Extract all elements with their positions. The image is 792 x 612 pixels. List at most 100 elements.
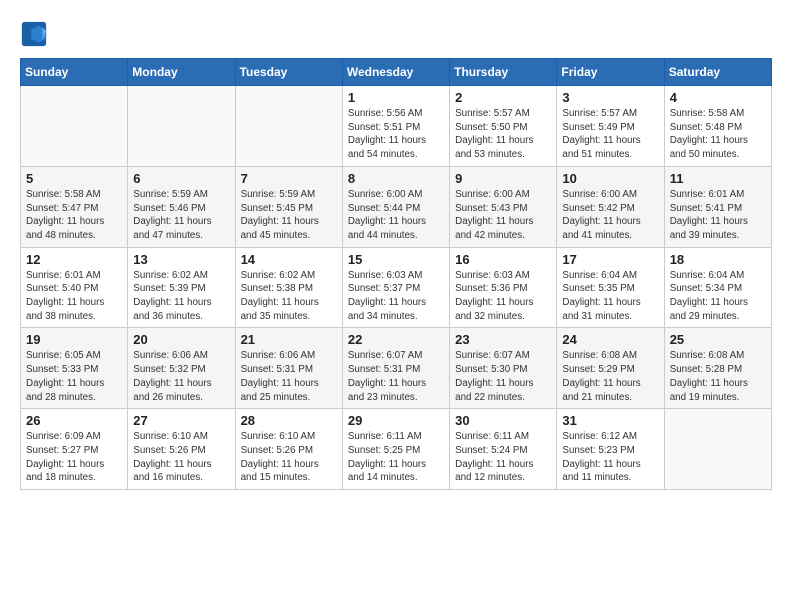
day-number: 5 [26, 171, 122, 186]
day-header-wednesday: Wednesday [342, 59, 449, 86]
day-number: 9 [455, 171, 551, 186]
day-number: 18 [670, 252, 766, 267]
calendar-cell: 1Sunrise: 5:56 AMSunset: 5:51 PMDaylight… [342, 86, 449, 167]
day-number: 10 [562, 171, 658, 186]
calendar-cell: 18 Sunrise: 6:04 AMSunset: 5:34 PMDayligh… [664, 247, 771, 328]
calendar-cell: 14 Sunrise: 6:02 AMSunset: 5:38 PMDayligh… [235, 247, 342, 328]
day-number: 19 [26, 332, 122, 347]
day-number: 3 [562, 90, 658, 105]
day-number: 23 [455, 332, 551, 347]
day-number: 15 [348, 252, 444, 267]
calendar-cell: 22 Sunrise: 6:07 AMSunset: 5:31 PMDayligh… [342, 328, 449, 409]
day-info: Sunrise: 6:04 AMSunset: 5:35 PMDaylight:… [562, 269, 658, 324]
day-info: Sunrise: 6:04 AMSunset: 5:34 PMDaylight:… [670, 269, 766, 324]
page-header [20, 20, 772, 48]
day-number: 12 [26, 252, 122, 267]
logo [20, 20, 54, 48]
calendar-cell: 7 Sunrise: 5:59 AMSunset: 5:45 PMDaylight… [235, 166, 342, 247]
calendar-cell: 3 Sunrise: 5:57 AMSunset: 5:49 PMDaylight… [557, 86, 664, 167]
day-number: 7 [241, 171, 337, 186]
day-info: Sunrise: 5:57 AMSunset: 5:49 PMDaylight:… [562, 107, 658, 162]
calendar-cell: 30 Sunrise: 6:11 AMSunset: 5:24 PMDayligh… [450, 409, 557, 490]
day-number: 25 [670, 332, 766, 347]
day-number: 17 [562, 252, 658, 267]
day-number: 29 [348, 413, 444, 428]
calendar-cell [128, 86, 235, 167]
day-info: Sunrise: 6:08 AMSunset: 5:29 PMDaylight:… [562, 349, 658, 404]
day-number: 21 [241, 332, 337, 347]
day-number: 24 [562, 332, 658, 347]
day-info: Sunrise: 6:03 AMSunset: 5:36 PMDaylight:… [455, 269, 551, 324]
calendar-cell: 25 Sunrise: 6:08 AMSunset: 5:28 PMDayligh… [664, 328, 771, 409]
week-row-5: 26Sunrise: 6:09 AMSunset: 5:27 PMDayligh… [21, 409, 772, 490]
logo-icon [20, 20, 48, 48]
calendar-cell: 31 Sunrise: 6:12 AMSunset: 5:23 PMDayligh… [557, 409, 664, 490]
day-header-friday: Friday [557, 59, 664, 86]
calendar-cell: 9 Sunrise: 6:00 AMSunset: 5:43 PMDaylight… [450, 166, 557, 247]
day-number: 16 [455, 252, 551, 267]
calendar-cell: 21 Sunrise: 6:06 AMSunset: 5:31 PMDayligh… [235, 328, 342, 409]
day-info: Sunrise: 5:58 AMSunset: 5:47 PMDaylight:… [26, 188, 122, 243]
day-info: Sunrise: 6:06 AMSunset: 5:32 PMDaylight:… [133, 349, 229, 404]
day-number: 26 [26, 413, 122, 428]
day-number: 22 [348, 332, 444, 347]
day-header-sunday: Sunday [21, 59, 128, 86]
calendar-cell: 29 Sunrise: 6:11 AMSunset: 5:25 PMDayligh… [342, 409, 449, 490]
calendar-cell [235, 86, 342, 167]
day-info: Sunrise: 5:56 AMSunset: 5:51 PMDaylight:… [348, 107, 444, 162]
day-info: Sunrise: 6:00 AMSunset: 5:42 PMDaylight:… [562, 188, 658, 243]
day-info: Sunrise: 6:03 AMSunset: 5:37 PMDaylight:… [348, 269, 444, 324]
day-number: 28 [241, 413, 337, 428]
calendar-cell [664, 409, 771, 490]
day-info: Sunrise: 6:02 AMSunset: 5:39 PMDaylight:… [133, 269, 229, 324]
calendar-cell: 26Sunrise: 6:09 AMSunset: 5:27 PMDayligh… [21, 409, 128, 490]
day-header-row: SundayMondayTuesdayWednesdayThursdayFrid… [21, 59, 772, 86]
calendar-cell: 11 Sunrise: 6:01 AMSunset: 5:41 PMDayligh… [664, 166, 771, 247]
day-info: Sunrise: 6:10 AMSunset: 5:26 PMDaylight:… [133, 430, 229, 485]
week-row-2: 5 Sunrise: 5:58 AMSunset: 5:47 PMDaylight… [21, 166, 772, 247]
calendar-cell: 28Sunrise: 6:10 AMSunset: 5:26 PMDayligh… [235, 409, 342, 490]
day-number: 11 [670, 171, 766, 186]
day-header-monday: Monday [128, 59, 235, 86]
calendar-cell: 8Sunrise: 6:00 AMSunset: 5:44 PMDaylight… [342, 166, 449, 247]
day-info: Sunrise: 6:02 AMSunset: 5:38 PMDaylight:… [241, 269, 337, 324]
calendar-cell: 27Sunrise: 6:10 AMSunset: 5:26 PMDayligh… [128, 409, 235, 490]
day-info: Sunrise: 6:08 AMSunset: 5:28 PMDaylight:… [670, 349, 766, 404]
day-number: 30 [455, 413, 551, 428]
day-info: Sunrise: 6:01 AMSunset: 5:41 PMDaylight:… [670, 188, 766, 243]
day-header-saturday: Saturday [664, 59, 771, 86]
day-info: Sunrise: 6:11 AMSunset: 5:25 PMDaylight:… [348, 430, 444, 485]
week-row-3: 12 Sunrise: 6:01 AMSunset: 5:40 PMDayligh… [21, 247, 772, 328]
day-info: Sunrise: 5:57 AMSunset: 5:50 PMDaylight:… [455, 107, 551, 162]
calendar-cell: 17 Sunrise: 6:04 AMSunset: 5:35 PMDayligh… [557, 247, 664, 328]
day-number: 13 [133, 252, 229, 267]
calendar-cell: 15 Sunrise: 6:03 AMSunset: 5:37 PMDayligh… [342, 247, 449, 328]
day-info: Sunrise: 6:07 AMSunset: 5:31 PMDaylight:… [348, 349, 444, 404]
day-info: Sunrise: 6:01 AMSunset: 5:40 PMDaylight:… [26, 269, 122, 324]
day-number: 31 [562, 413, 658, 428]
day-info: Sunrise: 6:12 AMSunset: 5:23 PMDaylight:… [562, 430, 658, 485]
calendar-table: SundayMondayTuesdayWednesdayThursdayFrid… [20, 58, 772, 490]
calendar-cell: 5 Sunrise: 5:58 AMSunset: 5:47 PMDaylight… [21, 166, 128, 247]
day-info: Sunrise: 6:00 AMSunset: 5:43 PMDaylight:… [455, 188, 551, 243]
calendar-cell: 12 Sunrise: 6:01 AMSunset: 5:40 PMDayligh… [21, 247, 128, 328]
day-info: Sunrise: 6:06 AMSunset: 5:31 PMDaylight:… [241, 349, 337, 404]
day-number: 20 [133, 332, 229, 347]
week-row-4: 19 Sunrise: 6:05 AMSunset: 5:33 PMDayligh… [21, 328, 772, 409]
day-header-thursday: Thursday [450, 59, 557, 86]
week-row-1: 1Sunrise: 5:56 AMSunset: 5:51 PMDaylight… [21, 86, 772, 167]
calendar-cell: 19 Sunrise: 6:05 AMSunset: 5:33 PMDayligh… [21, 328, 128, 409]
calendar-cell: 20 Sunrise: 6:06 AMSunset: 5:32 PMDayligh… [128, 328, 235, 409]
day-info: Sunrise: 6:05 AMSunset: 5:33 PMDaylight:… [26, 349, 122, 404]
day-info: Sunrise: 5:59 AMSunset: 5:46 PMDaylight:… [133, 188, 229, 243]
calendar-cell: 6Sunrise: 5:59 AMSunset: 5:46 PMDaylight… [128, 166, 235, 247]
day-info: Sunrise: 6:11 AMSunset: 5:24 PMDaylight:… [455, 430, 551, 485]
calendar-cell: 13 Sunrise: 6:02 AMSunset: 5:39 PMDayligh… [128, 247, 235, 328]
calendar-cell: 4 Sunrise: 5:58 AMSunset: 5:48 PMDaylight… [664, 86, 771, 167]
day-number: 14 [241, 252, 337, 267]
day-info: Sunrise: 5:58 AMSunset: 5:48 PMDaylight:… [670, 107, 766, 162]
calendar-cell [21, 86, 128, 167]
day-number: 4 [670, 90, 766, 105]
day-number: 8 [348, 171, 444, 186]
day-info: Sunrise: 5:59 AMSunset: 5:45 PMDaylight:… [241, 188, 337, 243]
